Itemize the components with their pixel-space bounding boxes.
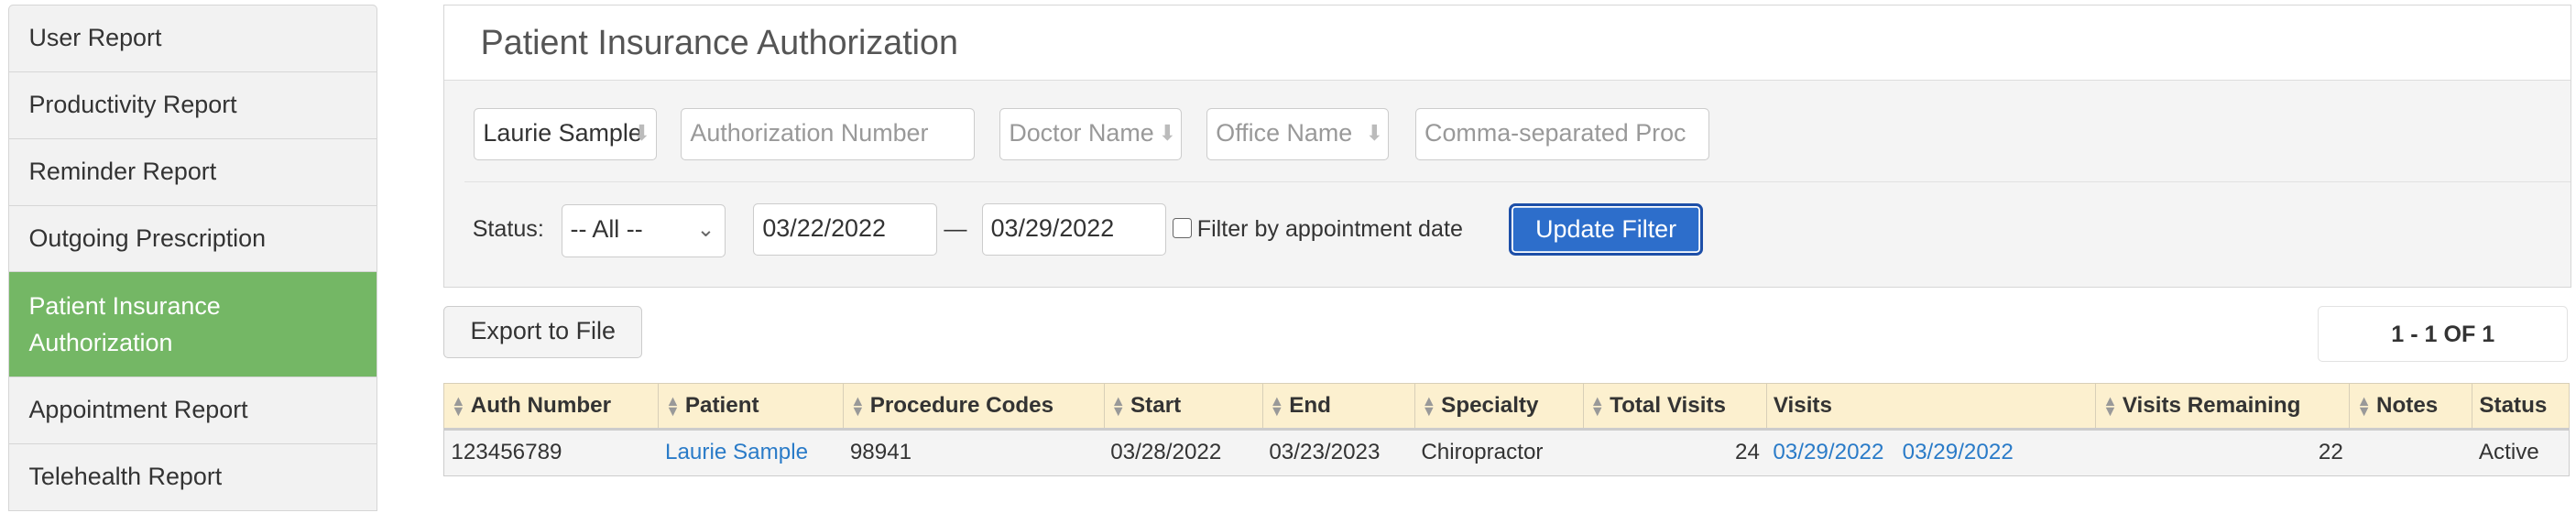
filter-panel: Patient Insurance Authorization Laurie S… xyxy=(443,5,2571,288)
sidebar-item-reminder-report[interactable]: Reminder Report xyxy=(7,138,378,206)
column-label: Procedure Codes xyxy=(869,393,1054,419)
authorization-table: ▲ ▼ Auth Number ▲ ▼ Patient ▲ ▼ Procedure Code… xyxy=(443,382,2570,476)
cell-procedure-codes: 98941 xyxy=(843,429,1105,476)
date-to-input[interactable]: 03/29/2022 xyxy=(981,202,1166,256)
patient-value: Laurie Sample xyxy=(483,118,642,147)
patient-field[interactable]: Laurie Sample ⬇ xyxy=(474,107,657,160)
appointment-date-label: Filter by appointment date xyxy=(1196,215,1463,242)
column-patient[interactable]: ▲ ▼ Patient xyxy=(658,382,845,431)
cell-start: 03/28/2022 xyxy=(1104,429,1263,476)
sort-icon: ▲ ▼ xyxy=(1269,392,1284,420)
arrow-down-icon: ⬇ xyxy=(1365,120,1384,145)
cell-total-visits: 24 xyxy=(1583,429,1767,476)
column-label: Start xyxy=(1130,393,1182,419)
column-visits-remaining[interactable]: ▲ ▼ Visits Remaining xyxy=(2095,382,2351,431)
office-name-field[interactable]: Office Name ⬇ xyxy=(1206,107,1390,160)
visit-link[interactable]: 03/29/2022 xyxy=(1773,440,1883,464)
column-label: Patient xyxy=(684,393,759,419)
sidebar: User Report Productivity Report Reminder… xyxy=(7,5,378,511)
cell-status: Active xyxy=(2472,429,2570,476)
update-filter-button[interactable]: Update Filter xyxy=(1509,202,1703,256)
sort-icon: ▲ ▼ xyxy=(2356,392,2372,420)
column-end[interactable]: ▲ ▼ End xyxy=(1261,382,1415,431)
authorization-number-input[interactable]: Authorization Number xyxy=(681,107,976,160)
status-label: Status: xyxy=(472,215,544,242)
sort-icon: ▲ ▼ xyxy=(2102,392,2118,420)
column-total-visits[interactable]: ▲ ▼ Total Visits xyxy=(1582,382,1767,431)
appointment-date-filter[interactable]: Filter by appointment date xyxy=(1172,215,1463,243)
column-label: Notes xyxy=(2376,393,2439,419)
date-from-input[interactable]: 03/22/2022 xyxy=(753,202,938,256)
sidebar-item-outgoing-prescription[interactable]: Outgoing Prescription xyxy=(7,205,378,273)
table-row: 123456789 Laurie Sample 98941 03/28/2022… xyxy=(443,429,2570,476)
column-specialty[interactable]: ▲ ▼ Specialty xyxy=(1414,382,1584,431)
sidebar-item-appointment-report[interactable]: Appointment Report xyxy=(7,377,378,444)
arrow-down-icon: ⬇ xyxy=(632,120,651,145)
cell-specialty: Chiropractor xyxy=(1414,429,1584,476)
column-label: Specialty xyxy=(1441,393,1539,419)
doctor-name-field[interactable]: Doctor Name ⬇ xyxy=(999,107,1183,160)
column-label: End xyxy=(1289,393,1331,419)
page-title: Patient Insurance Authorization xyxy=(444,5,2571,82)
column-auth-number[interactable]: ▲ ▼ Auth Number xyxy=(443,382,660,431)
sidebar-item-patient-insurance-authorization[interactable]: Patient Insurance Authorization xyxy=(7,272,378,378)
column-notes[interactable]: ▲ ▼ Notes xyxy=(2349,382,2473,431)
cell-visits-remaining: 22 xyxy=(2095,429,2350,476)
column-label: Auth Number xyxy=(470,393,611,419)
status-select[interactable]: -- All -- ⌄ xyxy=(561,204,726,257)
sidebar-item-user-report[interactable]: User Report xyxy=(7,5,378,73)
cell-visits: 03/29/2022 03/29/2022 xyxy=(1766,429,2096,476)
sidebar-item-telehealth-report[interactable]: Telehealth Report xyxy=(7,443,378,511)
status-value: -- All -- xyxy=(570,215,643,244)
sort-icon: ▲ ▼ xyxy=(1589,392,1605,420)
column-visits: Visits xyxy=(1765,382,2097,431)
sort-icon: ▲ ▼ xyxy=(850,392,866,420)
column-label: Total Visits xyxy=(1610,393,1726,419)
patient-link[interactable]: Laurie Sample xyxy=(665,440,808,464)
procedure-codes-input[interactable]: Comma-separated Proc xyxy=(1415,107,1710,160)
table-header-row: ▲ ▼ Auth Number ▲ ▼ Patient ▲ ▼ Procedure Code… xyxy=(443,382,2570,431)
sort-icon: ▲ ▼ xyxy=(665,392,681,420)
column-start[interactable]: ▲ ▼ Start xyxy=(1103,382,1263,431)
column-label: Visits Remaining xyxy=(2122,393,2301,419)
cell-patient: Laurie Sample xyxy=(658,429,844,476)
office-placeholder: Office Name xyxy=(1216,118,1353,147)
date-range-dash: — xyxy=(944,215,967,242)
cell-notes xyxy=(2349,429,2472,476)
sort-icon: ▲ ▼ xyxy=(1421,392,1436,420)
cell-auth-number: 123456789 xyxy=(443,429,659,476)
sort-icon: ▲ ▼ xyxy=(1110,392,1126,420)
visit-link[interactable]: 03/29/2022 xyxy=(1903,440,2014,464)
pagination-info: 1 - 1 OF 1 xyxy=(2318,305,2569,362)
cell-end: 03/23/2023 xyxy=(1262,429,1415,476)
column-procedure-codes[interactable]: ▲ ▼ Procedure Codes xyxy=(843,382,1105,431)
column-status: Status xyxy=(2472,382,2570,431)
appointment-date-checkbox[interactable] xyxy=(1172,217,1193,238)
doctor-placeholder: Doctor Name xyxy=(1009,118,1154,147)
export-to-file-button[interactable]: Export to File xyxy=(443,305,643,358)
sidebar-item-productivity-report[interactable]: Productivity Report xyxy=(7,72,378,139)
arrow-down-icon: ⬇ xyxy=(1158,120,1177,145)
chevron-down-icon: ⌄ xyxy=(696,217,715,242)
sort-icon: ▲ ▼ xyxy=(451,392,466,420)
divider xyxy=(464,181,2571,182)
